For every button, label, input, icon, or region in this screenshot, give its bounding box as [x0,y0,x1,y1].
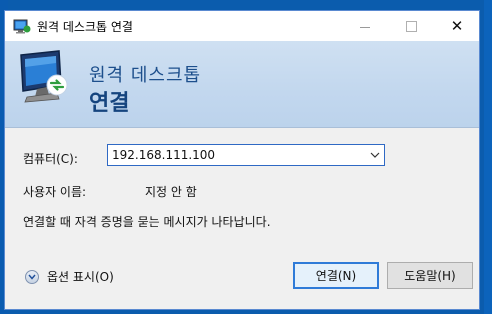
title-bar[interactable]: 원격 데스크톱 연결 ✕ [5,11,479,41]
computer-combobox[interactable]: 192.168.111.100 [107,144,385,166]
credentials-note: 연결할 때 자격 증명을 묻는 메시지가 나타납니다. [23,215,271,229]
connect-button[interactable]: 연결(N) [293,262,379,289]
help-button[interactable]: 도움말(H) [387,262,473,289]
close-icon: ✕ [450,17,464,35]
remote-desktop-connection-window: 원격 데스크톱 연결 ✕ 원격 데스크톱 연결 컴퓨터(C): 192.168.… [4,10,480,310]
window-title: 원격 데스크톱 연결 [37,20,133,34]
minimize-button[interactable] [342,11,388,41]
show-options-label[interactable]: 옵션 표시(O) [47,268,114,285]
chevron-down-icon[interactable] [369,149,381,161]
banner-title-line2: 연결 [89,91,130,116]
show-options-toggle[interactable]: 옵션 표시(O) [25,268,114,285]
computer-value[interactable]: 192.168.111.100 [112,148,215,162]
banner-title-line1: 원격 데스크톱 [89,65,202,86]
expand-chevron-icon[interactable] [25,269,39,284]
help-button-label: 도움말(H) [404,269,456,283]
maximize-icon [405,20,417,32]
maximize-button[interactable] [388,11,434,41]
close-button[interactable]: ✕ [434,11,479,41]
desktop-background-right [484,0,492,314]
header-banner: 원격 데스크톱 연결 [5,41,479,128]
remote-desktop-monitor-icon [20,50,68,103]
username-value: 지정 안 함 [145,185,197,199]
remote-desktop-app-icon [13,19,31,34]
username-label: 사용자 이름: [23,185,87,199]
connect-button-label: 연결(N) [315,269,357,283]
computer-label: 컴퓨터(C): [23,152,78,166]
minimize-icon [360,26,370,28]
